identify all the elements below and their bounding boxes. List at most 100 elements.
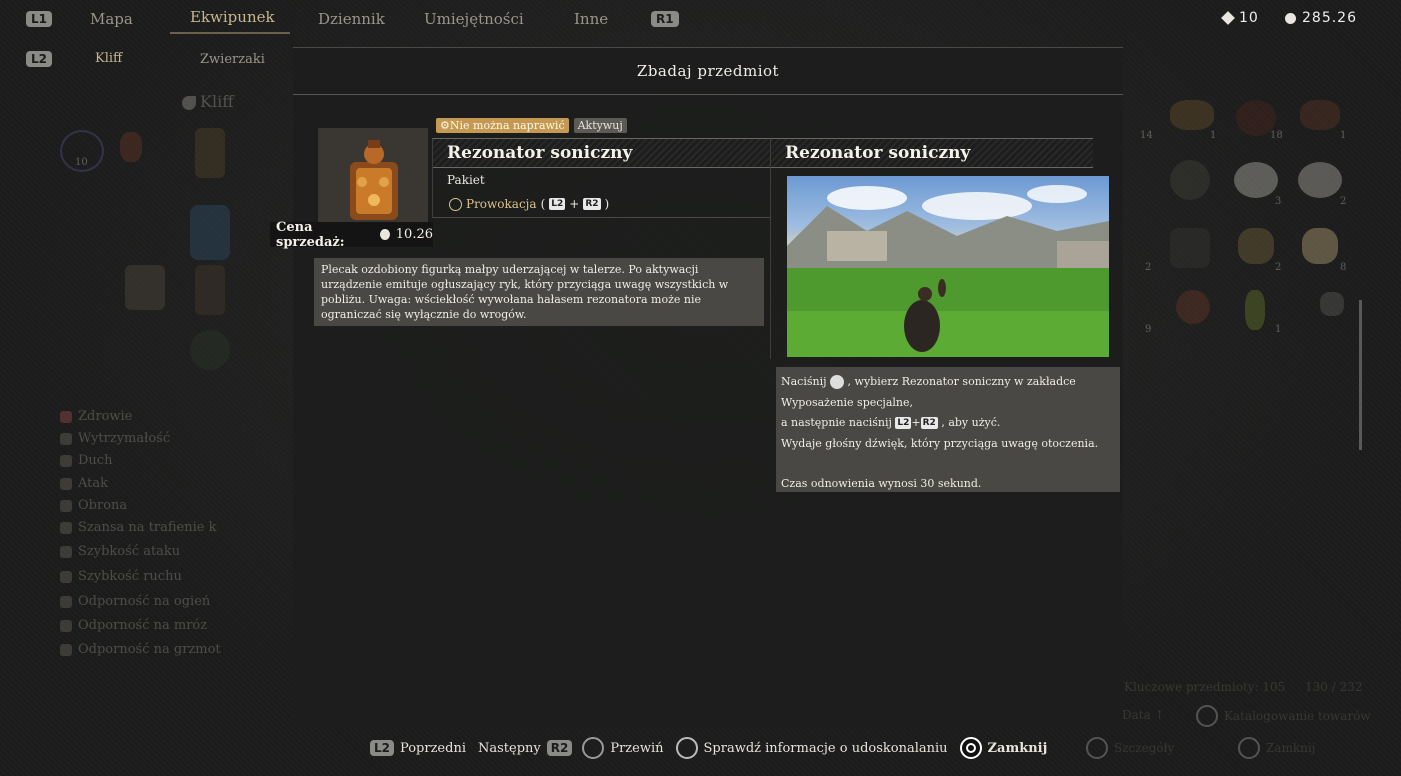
wrench-icon: ⚙ (440, 119, 450, 132)
equip-slot[interactable] (120, 132, 142, 162)
upgrade-info-button[interactable]: Sprawdź informacje o udoskonalaniu (675, 737, 948, 759)
item-count: 1 (1275, 324, 1282, 335)
stamina-icon (60, 432, 72, 445)
inventory-capacity: 130 / 232 (1305, 680, 1363, 694)
tab-skills[interactable]: Umiejętności (424, 10, 524, 28)
money-counter: 285.26 (1285, 10, 1357, 26)
catalog-button[interactable]: Katalogowanie towarów (1196, 705, 1371, 727)
sell-price: Cena sprzedaż: 10.26 (270, 219, 433, 250)
landscape-scene (787, 185, 1109, 357)
stat-thunder-res: Odporność na grzmot (60, 642, 221, 657)
inventory-item[interactable] (1176, 290, 1210, 324)
top-navigation: L1 Mapa Ekwipunek Dziennik Umiejętności … (0, 0, 1401, 67)
tab-map[interactable]: Mapa (90, 10, 133, 28)
stat-frost-res: Odporność na mróz (60, 618, 207, 633)
l2-button-hint[interactable]: L2 (26, 51, 52, 67)
next-button[interactable]: Następny R2 (478, 740, 573, 756)
item-count: 3 (1275, 196, 1282, 207)
inventory-item[interactable] (1170, 100, 1214, 130)
preview-title: Rezonator soniczny (771, 139, 1093, 168)
weapon-slot[interactable] (125, 265, 165, 310)
boot-icon (60, 570, 72, 583)
r2-hint: R2 (546, 740, 573, 756)
gauntlet-slot[interactable] (195, 265, 225, 315)
subtab-companions[interactable]: Zwierzaki (200, 52, 265, 67)
instruction-line-3: a następnie naciśnij L2 + R2 , aby użyć. (781, 416, 1001, 429)
inventory-item[interactable] (1300, 100, 1340, 130)
lightning-icon (60, 643, 72, 656)
crit-icon (60, 521, 72, 534)
item-type: Pakiet (447, 173, 485, 187)
item-count: 2 (1145, 262, 1152, 273)
tab-equipment[interactable]: Ekwipunek (190, 8, 275, 26)
stat-move-speed: Szybkość ruchu (60, 569, 182, 584)
instruction-line-1: Naciśnij , wybierz Rezonator soniczny w … (781, 375, 1076, 389)
modal-title: Zbadaj przedmiot (293, 47, 1123, 95)
circle-icon (1238, 737, 1260, 759)
item-info-panel: Rezonator soniczny Pakiet Prowokacja ( L… (432, 138, 770, 218)
previous-button[interactable]: L2 Poprzedni (370, 740, 466, 756)
triangle-icon (675, 737, 698, 759)
inventory-item[interactable] (1234, 162, 1278, 198)
inventory-item[interactable] (1170, 228, 1210, 268)
item-badges: ⚙Nie można naprawić Aktywuj (436, 118, 627, 133)
character-name: Kliff (182, 92, 234, 111)
item-count: 8 (1340, 262, 1347, 273)
badge-activate: Aktywuj (573, 118, 627, 133)
inventory-item[interactable] (1302, 228, 1338, 264)
tab-journal[interactable]: Dziennik (318, 10, 385, 28)
stat-crit: Szansa na trafienie k (60, 520, 216, 535)
provocation-skill: Prowokacja ( L2 + R2 ) (449, 197, 609, 211)
shield-icon (60, 499, 72, 512)
instruction-line-2: Wyposażenie specjalne, (781, 395, 913, 409)
control-hints: L2 Poprzedni Następny R2 Przewiń Sprawdź i… (370, 735, 1059, 761)
stat-fire-res: Odporność na ogień (60, 594, 210, 609)
item-description: Plecak ozdobiony figurką małpy uderzając… (314, 258, 764, 326)
stat-stamina: Wytrzymałość (60, 431, 170, 446)
accessory-slot[interactable] (190, 330, 230, 370)
tab-other[interactable]: Inne (574, 10, 608, 28)
inventory-item[interactable] (1238, 228, 1274, 264)
sell-price-label: Cena sprzedaż: (276, 219, 345, 250)
badge-not-repairable: ⚙Nie można naprawić (436, 118, 569, 133)
l1-button-hint[interactable]: L1 (26, 11, 52, 27)
heart-icon (60, 410, 72, 423)
instruction-line-5: Czas odnowienia wynosi 30 sekund. (781, 477, 982, 490)
l2-hint: L2 (895, 417, 912, 429)
slot-count: 10 (75, 157, 88, 168)
r2-hint: R2 (920, 417, 938, 429)
key-items-count: Kluczowe przedmioty: 105 (1124, 680, 1286, 694)
close-faded-button[interactable]: Zamknij (1238, 737, 1315, 759)
subtab-kliff[interactable]: Kliff (95, 51, 122, 66)
inventory-item[interactable] (1170, 160, 1210, 200)
gem-counter: 10 (1221, 10, 1259, 26)
active-tab-underline (170, 32, 290, 34)
armor-slot[interactable] (190, 205, 230, 260)
close-button[interactable]: Zamknij (959, 737, 1047, 759)
l3-stick-icon (1196, 705, 1218, 727)
item-count: 9 (1145, 324, 1152, 335)
spirit-icon (60, 454, 72, 467)
provocation-icon (449, 197, 462, 211)
inventory-item[interactable] (1245, 290, 1265, 330)
inventory-scrollbar[interactable] (1359, 300, 1362, 450)
details-button[interactable]: Szczegóły (1086, 737, 1174, 759)
inventory-item[interactable] (1298, 162, 1342, 198)
gem-icon (1221, 11, 1235, 25)
inventory-item[interactable] (1320, 292, 1344, 316)
attack-speed-icon (60, 545, 72, 558)
r1-button-hint[interactable]: R1 (651, 11, 679, 27)
helmet-slot[interactable] (195, 128, 225, 178)
item-count: 2 (1275, 262, 1282, 273)
l2-hint: L2 (549, 198, 566, 210)
scroll-button[interactable]: Przewiń (582, 737, 664, 759)
dpad-icon (830, 375, 845, 389)
snowflake-icon (60, 619, 72, 632)
circle-icon (959, 737, 982, 759)
l2-hint: L2 (370, 740, 394, 756)
stat-defense: Obrona (60, 498, 127, 513)
instruction-line-4: Wydaje głośny dźwięk, który przyciąga uw… (781, 436, 1099, 450)
sort-date[interactable]: Data ↑ (1122, 708, 1165, 722)
item-count: 1 (1210, 130, 1217, 141)
item-name: Rezonator soniczny (433, 139, 770, 168)
